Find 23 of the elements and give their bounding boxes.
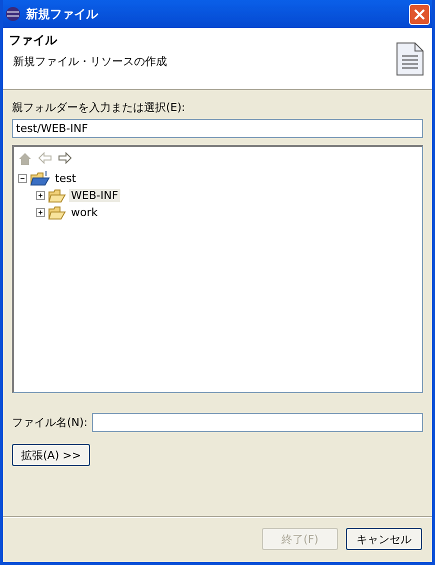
tree-item[interactable]: test — [53, 172, 78, 185]
close-icon[interactable] — [413, 8, 426, 20]
parent-folder-field[interactable]: test/WEB-INF — [12, 119, 423, 138]
file-name-label: ファイル名(N): — [12, 415, 88, 430]
tree-item[interactable]: WEB-INF — [69, 189, 120, 202]
window-title: 新規ファイル — [26, 6, 100, 22]
page-description: 新規ファイル・リソースの作成 — [12, 54, 168, 69]
advanced-button[interactable]: 拡張(A) >> — [12, 444, 90, 466]
folder-icon — [48, 206, 66, 220]
dialog-button[interactable]: キャンセル — [346, 528, 422, 550]
tree-item[interactable]: work — [69, 206, 100, 219]
expand-icon[interactable] — [36, 208, 45, 217]
document-icon — [396, 42, 424, 76]
app-icon — [5, 6, 21, 22]
close-button[interactable] — [409, 4, 430, 24]
expand-icon[interactable] — [36, 191, 45, 200]
file-name-field[interactable] — [92, 413, 423, 432]
parent-folder-label: 親フォルダーを入力または選択(E): — [12, 100, 186, 115]
folder-icon — [48, 188, 66, 202]
collapse-icon[interactable] — [18, 174, 27, 183]
page-title: ファイル — [9, 32, 58, 49]
forward-arrow-icon[interactable] — [58, 152, 72, 164]
project-folder-icon — [30, 170, 50, 186]
